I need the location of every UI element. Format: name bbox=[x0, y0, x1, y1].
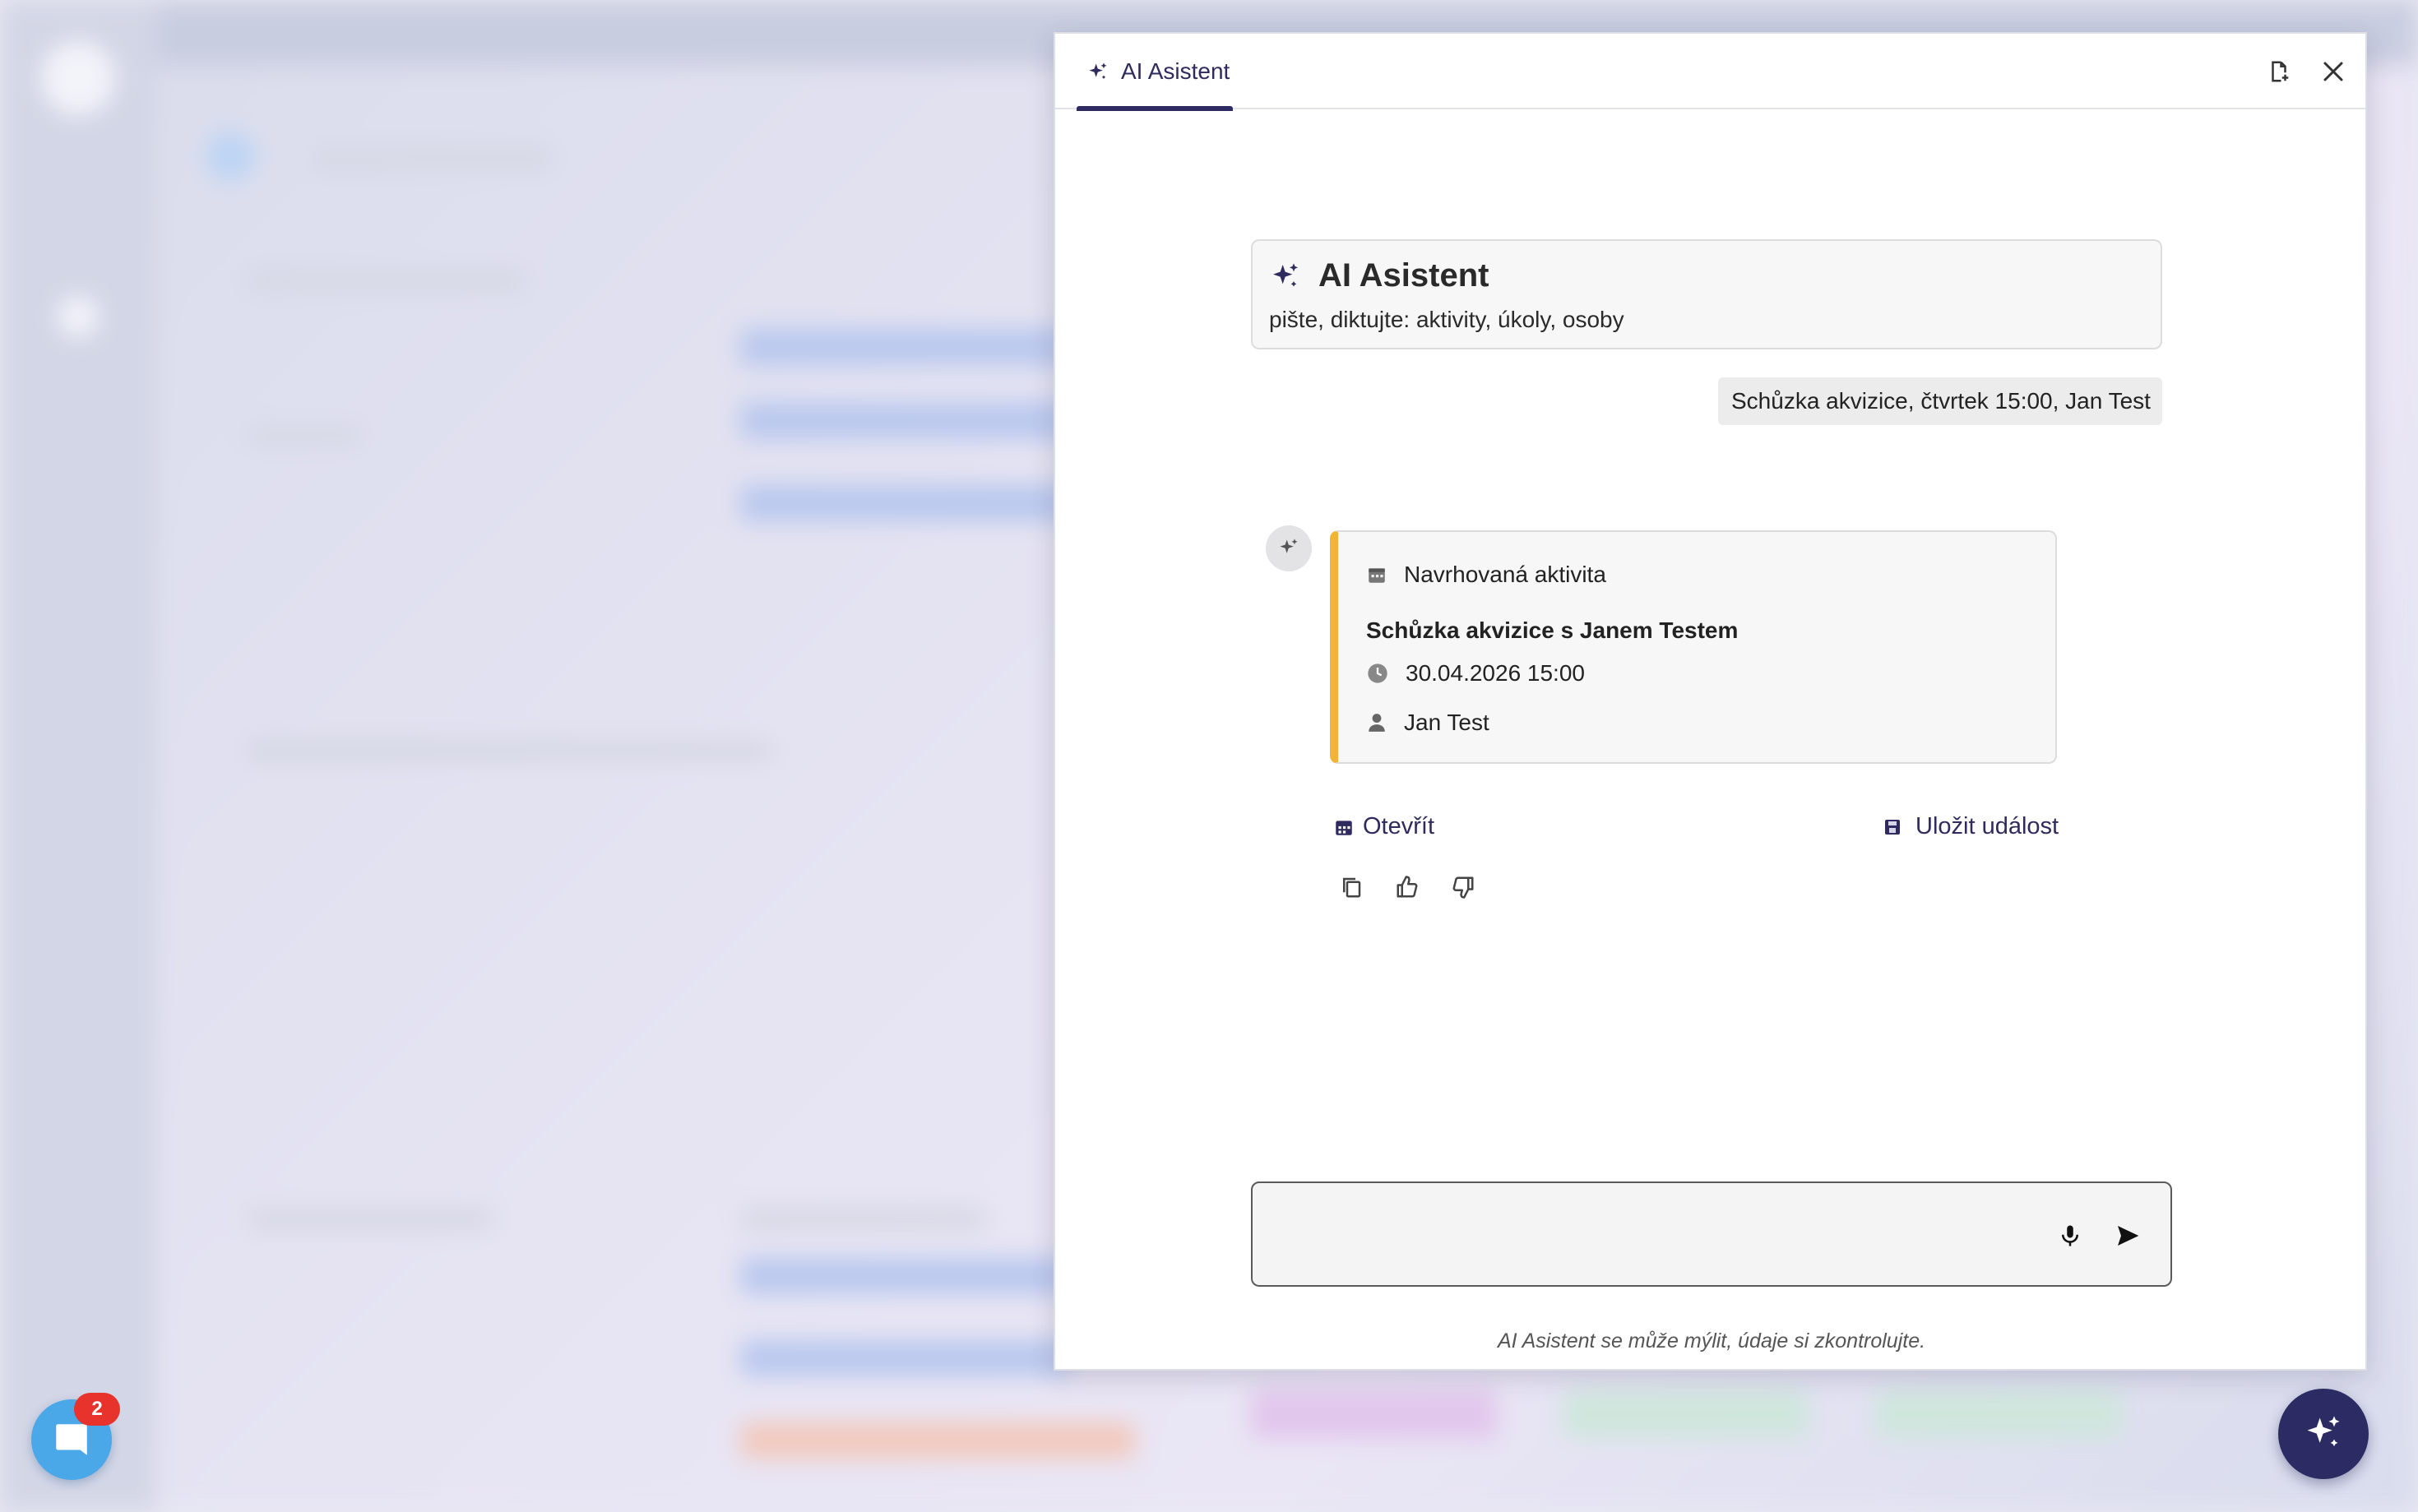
background-chip bbox=[1250, 1389, 1497, 1439]
microphone-icon bbox=[2062, 1225, 2078, 1246]
tab-ai-assistant[interactable]: AI Asistent bbox=[1077, 34, 1233, 111]
save-icon bbox=[1885, 819, 1900, 835]
background-logo bbox=[41, 41, 115, 115]
thumbs-down-button[interactable] bbox=[1447, 871, 1480, 904]
chat-unread-badge: 2 bbox=[74, 1393, 120, 1426]
ai-assistant-panel: AI Asistent AI Asistent pište, diktujte:… bbox=[1054, 32, 2367, 1371]
calendar-icon bbox=[1369, 568, 1385, 583]
close-icon bbox=[2323, 62, 2343, 81]
activity-datetime-value: 30.04.2026 15:00 bbox=[1406, 660, 1585, 686]
ai-disclaimer: AI Asistent se může mýlit, údaje si zkon… bbox=[1497, 1329, 1926, 1352]
copy-button[interactable] bbox=[1335, 871, 1368, 904]
ai-assistant-fab[interactable] bbox=[2278, 1389, 2369, 1479]
activity-datetime: 30.04.2026 15:00 bbox=[1366, 660, 1585, 687]
thumbs-down-icon bbox=[1452, 876, 1474, 899]
background-field bbox=[740, 1340, 1069, 1376]
background-text bbox=[247, 740, 773, 761]
send-button[interactable] bbox=[2106, 1214, 2149, 1257]
background-text bbox=[247, 271, 526, 291]
microphone-button[interactable] bbox=[2049, 1214, 2091, 1257]
background-text bbox=[247, 1209, 493, 1230]
background-field bbox=[740, 329, 1069, 365]
background-chip bbox=[1563, 1389, 1809, 1439]
background-icon bbox=[58, 296, 99, 337]
sparkle-icon bbox=[1273, 263, 1298, 287]
open-activity-label: Otevřít bbox=[1363, 813, 1435, 839]
background-field bbox=[740, 1422, 1135, 1459]
activity-header: Navrhovaná aktivita bbox=[1366, 562, 1606, 588]
intro-title: AI Asistent bbox=[1318, 257, 1489, 294]
save-event-button[interactable]: Uložit událost bbox=[1883, 813, 2059, 840]
clock-icon bbox=[1368, 664, 1387, 683]
activity-person-name: Jan Test bbox=[1404, 710, 1489, 735]
thumbs-up-icon bbox=[1397, 876, 1418, 898]
background-text bbox=[247, 428, 362, 444]
add-note-button[interactable] bbox=[2261, 53, 2297, 90]
intro-subtitle: pište, diktujte: aktivity, úkoly, osoby bbox=[1269, 307, 1624, 332]
open-activity-button[interactable]: Otevřít bbox=[1333, 813, 1434, 840]
chat-bubble-icon bbox=[56, 1424, 87, 1455]
activity-title: Schůzka akvizice s Janem Testem bbox=[1366, 617, 1739, 643]
background-text bbox=[740, 1209, 987, 1230]
assistant-intro-card: AI Asistent pište, diktujte: aktivity, ú… bbox=[1251, 239, 2162, 349]
background-text bbox=[313, 148, 551, 169]
activity-header-label: Navrhovaná aktivita bbox=[1404, 562, 1606, 587]
background-field bbox=[740, 1258, 1069, 1294]
message-composer bbox=[1251, 1181, 2172, 1287]
send-icon bbox=[2118, 1226, 2139, 1246]
assistant-avatar bbox=[1266, 525, 1312, 571]
message-input[interactable] bbox=[1269, 1200, 2045, 1272]
background-field bbox=[740, 485, 1069, 521]
background-sidebar bbox=[0, 0, 156, 1512]
sparkle-icon bbox=[2307, 1416, 2340, 1447]
close-button[interactable] bbox=[2315, 53, 2351, 90]
thumbs-up-button[interactable] bbox=[1391, 871, 1424, 904]
sparkle-icon bbox=[1280, 539, 1298, 553]
person-icon bbox=[1369, 714, 1385, 732]
calendar-icon bbox=[1336, 820, 1352, 835]
background-icon bbox=[206, 132, 255, 181]
copy-icon bbox=[1343, 877, 1361, 898]
background-chip bbox=[1875, 1389, 2122, 1439]
panel-header: AI Asistent bbox=[1055, 34, 2365, 111]
activity-person: Jan Test bbox=[1366, 710, 1489, 736]
save-event-label: Uložit událost bbox=[1915, 813, 2059, 839]
sparkle-icon bbox=[1089, 62, 1107, 80]
add-note-icon bbox=[2272, 61, 2289, 82]
tab-label: AI Asistent bbox=[1121, 58, 1230, 84]
background-field bbox=[740, 403, 1069, 439]
tab-active-indicator bbox=[1077, 106, 1233, 111]
user-message-bubble: Schůzka akvizice, čtvrtek 15:00, Jan Tes… bbox=[1718, 377, 2162, 425]
suggested-activity-card: Navrhovaná aktivita Schůzka akvizice s J… bbox=[1330, 530, 2057, 764]
